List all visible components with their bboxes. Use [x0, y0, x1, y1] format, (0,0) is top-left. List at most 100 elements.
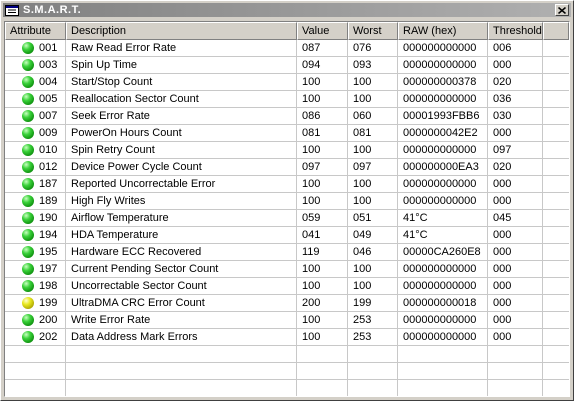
attribute-cell: 007 [5, 108, 66, 124]
threshold-cell: 030 [488, 108, 543, 124]
filler-cell [543, 40, 569, 56]
table-row[interactable]: 198 Uncorrectable Sector Count 100 100 00000… [5, 278, 569, 295]
column-header-attribute[interactable]: Attribute [5, 22, 66, 40]
value-cell: 097 [297, 159, 348, 175]
value-cell: 100 [297, 193, 348, 209]
value-cell: 100 [297, 91, 348, 107]
threshold-cell: 000 [488, 193, 543, 209]
value-cell: 041 [297, 227, 348, 243]
table-row[interactable]: 200 Write Error Rate 100 253 000000000000 000 [5, 312, 569, 329]
raw-cell: 00001993FBB6 [398, 108, 488, 124]
description-cell: Hardware ECC Recovered [66, 244, 297, 260]
status-green-icon [22, 280, 34, 292]
description-cell: HDA Temperature [66, 227, 297, 243]
table-row[interactable]: 009 PowerOn Hours Count 081 081 0000000042E2… [5, 125, 569, 142]
attribute-cell: 190 [5, 210, 66, 226]
list-header: Attribute Description Value Worst RAW (h… [5, 22, 569, 40]
smart-attribute-list[interactable]: Attribute Description Value Worst RAW (h… [4, 21, 570, 397]
filler-cell [543, 57, 569, 73]
status-green-icon [22, 161, 34, 173]
description-cell: Start/Stop Count [66, 74, 297, 90]
attribute-id: 001 [39, 42, 58, 54]
table-row[interactable]: 199 UltraDMA CRC Error Count 200 199 0000000… [5, 295, 569, 312]
attribute-id: 004 [39, 76, 58, 88]
column-header-raw[interactable]: RAW (hex) [398, 22, 488, 40]
empty-cell [66, 363, 297, 379]
attribute-id: 005 [39, 93, 58, 105]
attribute-cell: 001 [5, 40, 66, 56]
description-cell: Current Pending Sector Count [66, 261, 297, 277]
value-cell: 059 [297, 210, 348, 226]
table-row[interactable]: 005 Reallocation Sector Count 100 100 000000… [5, 91, 569, 108]
attribute-id: 195 [39, 246, 58, 258]
raw-cell: 000000000000 [398, 176, 488, 192]
table-row[interactable]: 187 Reported Uncorrectable Error 100 100 000… [5, 176, 569, 193]
table-row[interactable]: 197 Current Pending Sector Count 100 100 000… [5, 261, 569, 278]
table-row[interactable]: 012 Device Power Cycle Count 097 097 0000000… [5, 159, 569, 176]
table-row[interactable]: 189 High Fly Writes 100 100 000000000000 000 [5, 193, 569, 210]
table-row[interactable]: 003 Spin Up Time 094 093 000000000000 000 [5, 57, 569, 74]
status-green-icon [22, 263, 34, 275]
worst-cell: 060 [348, 108, 398, 124]
filler-cell [543, 261, 569, 277]
raw-cell: 000000000000 [398, 312, 488, 328]
status-green-icon [22, 212, 34, 224]
table-row[interactable]: 004 Start/Stop Count 100 100 000000000378 020 [5, 74, 569, 91]
attribute-id: 199 [39, 297, 58, 309]
empty-cell [348, 346, 398, 362]
empty-row [5, 380, 569, 396]
table-row[interactable]: 194 HDA Temperature 041 049 41°C 000 [5, 227, 569, 244]
close-button[interactable] [555, 4, 569, 16]
raw-cell: 000000000000 [398, 91, 488, 107]
value-cell: 100 [297, 74, 348, 90]
attribute-id: 187 [39, 178, 58, 190]
value-cell: 119 [297, 244, 348, 260]
title-bar[interactable]: S.M.A.R.T. [3, 3, 571, 17]
attribute-id: 007 [39, 110, 58, 122]
value-cell: 100 [297, 329, 348, 345]
empty-cell [66, 380, 297, 396]
column-header-description[interactable]: Description [66, 22, 297, 40]
value-cell: 081 [297, 125, 348, 141]
worst-cell: 199 [348, 295, 398, 311]
attribute-cell: 009 [5, 125, 66, 141]
empty-cell [66, 346, 297, 362]
status-green-icon [22, 76, 34, 88]
raw-cell: 000000000000 [398, 142, 488, 158]
window-menu-icon[interactable] [5, 4, 19, 16]
table-row[interactable]: 010 Spin Retry Count 100 100 000000000000 097 [5, 142, 569, 159]
attribute-id: 003 [39, 59, 58, 71]
worst-cell: 100 [348, 91, 398, 107]
attribute-id: 198 [39, 280, 58, 292]
attribute-cell: 003 [5, 57, 66, 73]
table-row[interactable]: 195 Hardware ECC Recovered 119 046 00000CA26… [5, 244, 569, 261]
raw-cell: 000000000000 [398, 40, 488, 56]
table-row[interactable]: 202 Data Address Mark Errors 100 253 0000000… [5, 329, 569, 346]
table-row[interactable]: 007 Seek Error Rate 086 060 00001993FBB6 030 [5, 108, 569, 125]
status-green-icon [22, 246, 34, 258]
empty-cell [488, 363, 543, 379]
column-header-worst[interactable]: Worst [348, 22, 398, 40]
filler-cell [543, 244, 569, 260]
empty-cell [543, 363, 569, 379]
raw-cell: 000000000018 [398, 295, 488, 311]
column-header-value[interactable]: Value [297, 22, 348, 40]
filler-cell [543, 176, 569, 192]
table-row[interactable]: 001 Raw Read Error Rate 087 076 000000000000… [5, 40, 569, 57]
attribute-cell: 202 [5, 329, 66, 345]
attribute-id: 190 [39, 212, 58, 224]
worst-cell: 100 [348, 176, 398, 192]
table-row[interactable]: 190 Airflow Temperature 059 051 41°C 045 [5, 210, 569, 227]
attribute-cell: 010 [5, 142, 66, 158]
empty-cell [297, 363, 348, 379]
column-header-threshold[interactable]: Threshold [488, 22, 543, 40]
description-cell: High Fly Writes [66, 193, 297, 209]
empty-cell [5, 363, 66, 379]
filler-cell [543, 74, 569, 90]
list-body: 001 Raw Read Error Rate 087 076 000000000000… [5, 40, 569, 396]
filler-cell [543, 210, 569, 226]
threshold-cell: 000 [488, 125, 543, 141]
empty-cell [5, 380, 66, 396]
attribute-cell: 194 [5, 227, 66, 243]
description-cell: UltraDMA CRC Error Count [66, 295, 297, 311]
